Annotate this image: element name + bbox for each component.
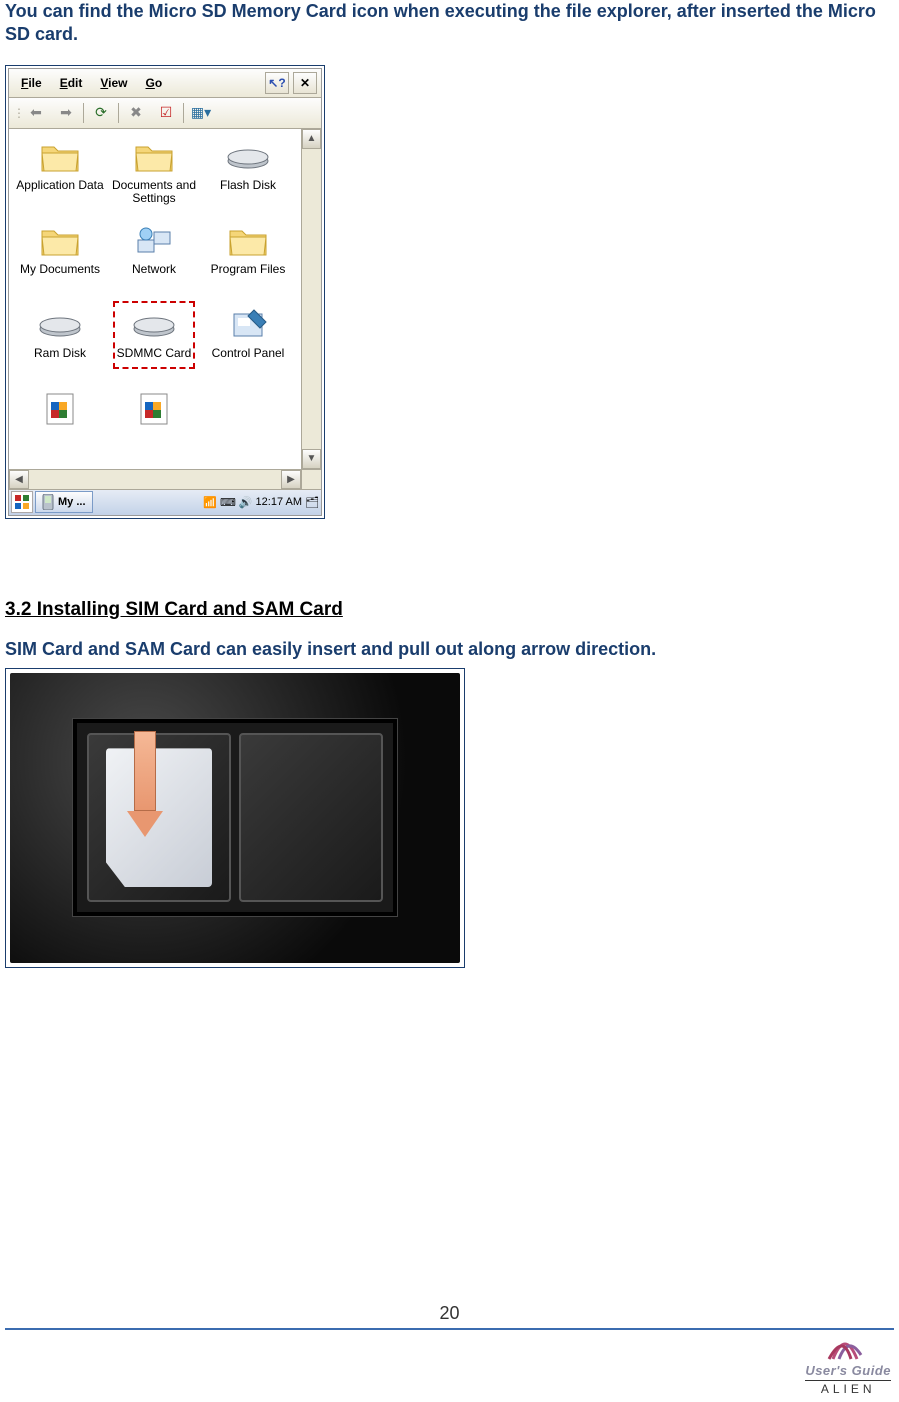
device-icon [42, 494, 54, 510]
toolbar: ⋮ ⬅ ➡ ⟳ ✖ ☑ ▦▾ [9, 98, 321, 129]
page-number: 20 [439, 1303, 459, 1324]
footer-brand: ALIEN [805, 1380, 891, 1396]
check-icon[interactable]: ☑ [153, 101, 179, 125]
close-icon[interactable]: ✕ [293, 72, 317, 94]
item-label: Network [132, 263, 176, 276]
item-ram-disk[interactable]: Ram Disk [13, 303, 107, 387]
horizontal-scrollbar[interactable]: ◀ ▶ [9, 469, 321, 489]
item-sdmmc-card[interactable]: SDMMC Card [107, 303, 201, 387]
item-label: My Documents [20, 263, 100, 276]
item-program-files[interactable]: Program Files [201, 219, 295, 303]
item-application-data[interactable]: Application Data [13, 135, 107, 219]
folder-icon [228, 221, 268, 261]
tray-icon[interactable]: ⌨ [220, 496, 236, 509]
scroll-right-icon[interactable]: ▶ [281, 470, 301, 489]
item-label: Ram Disk [34, 347, 86, 360]
item-my-documents[interactable]: My Documents [13, 219, 107, 303]
scroll-up-icon[interactable]: ▲ [302, 129, 321, 149]
vertical-scrollbar[interactable]: ▲ ▼ [301, 129, 321, 469]
desktop-icon[interactable]: 🗂 [305, 496, 319, 509]
task-label: My ... [58, 496, 86, 508]
menu-go[interactable]: Go [138, 74, 171, 92]
start-button-icon[interactable] [11, 491, 33, 513]
scroll-left-icon[interactable]: ◀ [9, 470, 29, 489]
item-unknown-1[interactable] [13, 387, 107, 471]
disk-icon [226, 137, 270, 177]
tray-icon[interactable]: 🔊 [239, 496, 253, 509]
back-icon[interactable]: ⬅ [23, 101, 49, 125]
taskbar-task[interactable]: My ... [35, 491, 93, 513]
refresh-icon[interactable]: ⟳ [88, 101, 114, 125]
sim-slot-right [239, 733, 383, 902]
taskbar: My ... 📶 ⌨ 🔊 12:17 AM 🗂 [9, 489, 321, 515]
menubar: File Edit View Go ↖? ✕ [9, 69, 321, 98]
folder-view[interactable]: Application Data Documents and Settings … [9, 129, 301, 469]
whats-this-icon[interactable]: ↖? [265, 72, 289, 94]
delete-icon[interactable]: ✖ [123, 101, 149, 125]
item-label: Application Data [16, 179, 103, 192]
network-icon [134, 221, 174, 261]
taskbar-clock: 12:17 AM [256, 496, 302, 508]
item-unknown-2[interactable] [107, 387, 201, 471]
folder-icon [40, 221, 80, 261]
item-label: Control Panel [212, 347, 285, 360]
control-panel-icon [228, 305, 268, 345]
item-label: Program Files [211, 263, 286, 276]
menu-view[interactable]: View [92, 74, 135, 92]
menu-edit[interactable]: Edit [52, 74, 91, 92]
item-flash-disk[interactable]: Flash Disk [201, 135, 295, 219]
tray-icon[interactable]: 📶 [203, 496, 217, 509]
view-mode-icon[interactable]: ▦▾ [188, 101, 214, 125]
footer-divider [5, 1328, 894, 1330]
item-label: Flash Disk [220, 179, 276, 192]
file-icon [139, 389, 169, 429]
folder-icon [134, 137, 174, 177]
footer-logo: User's Guide ALIEN [805, 1325, 891, 1396]
item-label: SDMMC Card [117, 347, 192, 360]
disk-icon [132, 305, 176, 345]
intro-text: You can find the Micro SD Memory Card ic… [5, 0, 894, 47]
section-text: SIM Card and SAM Card can easily insert … [5, 639, 894, 660]
item-documents-settings[interactable]: Documents and Settings [107, 135, 201, 219]
item-label: Documents and Settings [107, 179, 201, 205]
file-explorer-screenshot: File Edit View Go ↖? ✕ ⋮ ⬅ ➡ ⟳ ✖ ☑ ▦▾ [5, 65, 325, 519]
disk-icon [38, 305, 82, 345]
folder-icon [40, 137, 80, 177]
brand-logo-icon [821, 1325, 875, 1363]
scroll-down-icon[interactable]: ▼ [302, 449, 321, 469]
sim-install-photo [5, 668, 465, 968]
footer-guide-label: User's Guide [805, 1363, 891, 1378]
item-network[interactable]: Network [107, 219, 201, 303]
section-heading: 3.2 Installing SIM Card and SAM Card [5, 599, 894, 621]
item-control-panel[interactable]: Control Panel [201, 303, 295, 387]
forward-icon[interactable]: ➡ [53, 101, 79, 125]
insert-direction-arrow-icon [132, 731, 158, 841]
file-icon [45, 389, 75, 429]
menu-file[interactable]: File [13, 74, 50, 92]
